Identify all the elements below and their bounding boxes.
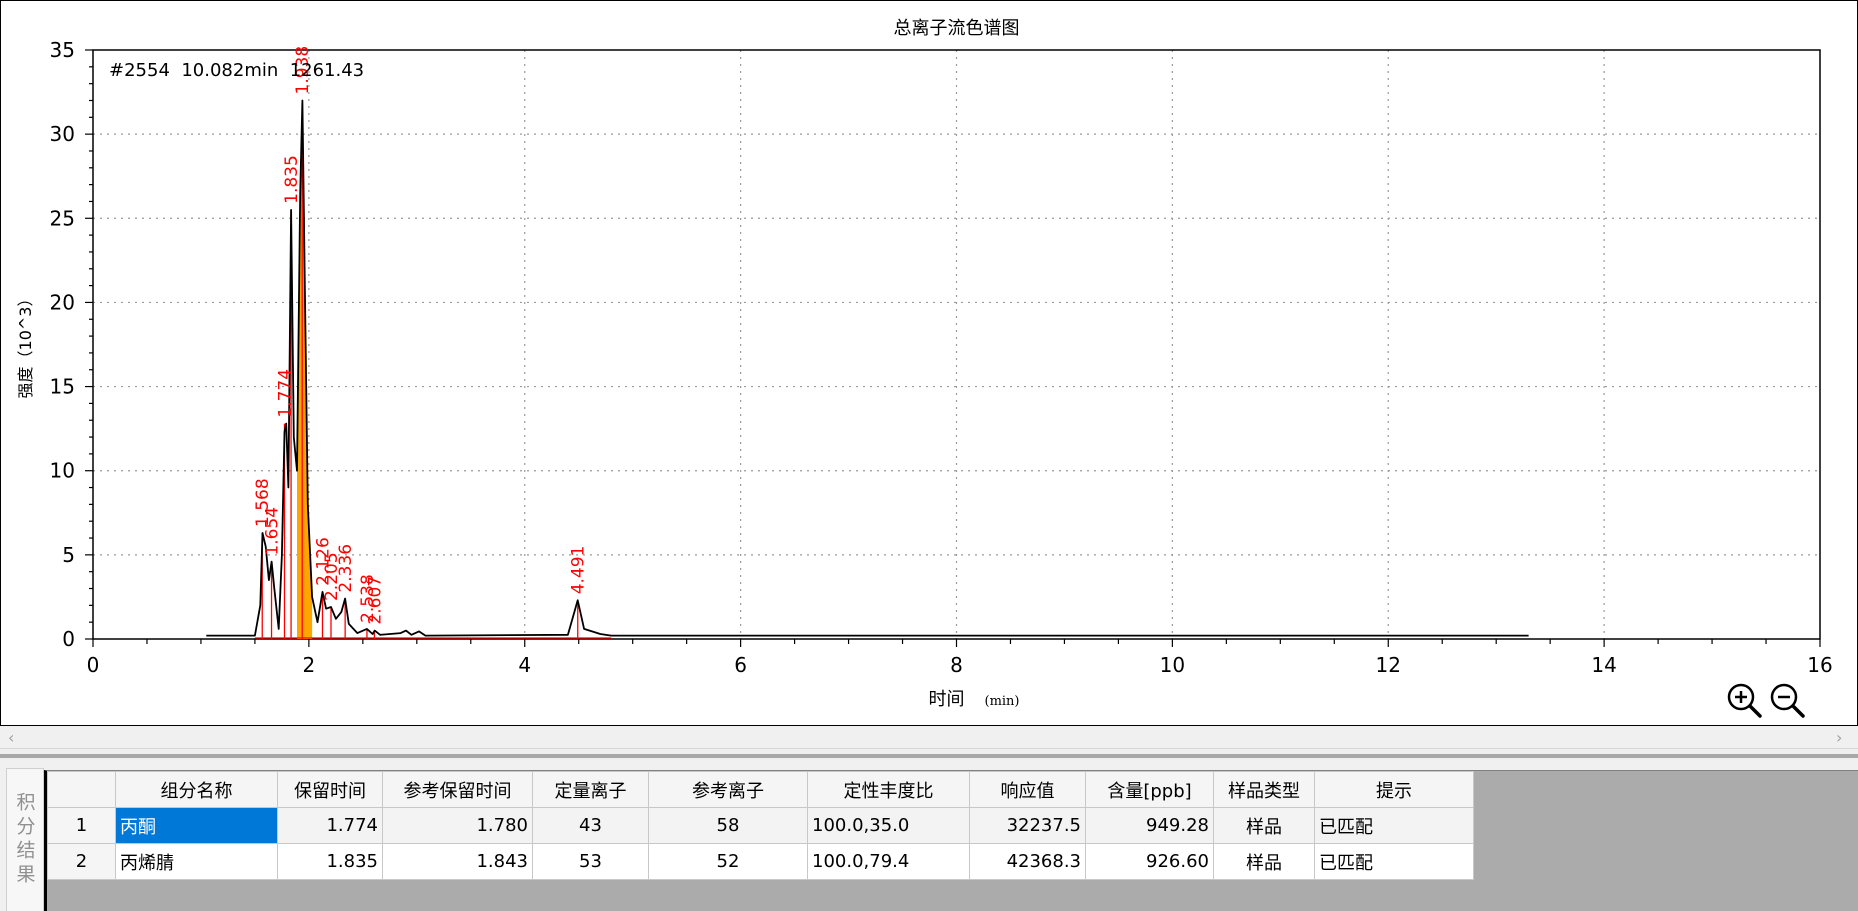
ref-ion-cell[interactable]: 58 [648, 807, 808, 844]
integration-results-tab[interactable]: 积分结果 [6, 768, 44, 911]
quant-ion-cell[interactable]: 43 [532, 807, 649, 844]
integration-results-tab-label: 积分结果 [13, 792, 36, 888]
peak-label: 1.654 [263, 507, 283, 556]
chromatogram-panel: 0 2 4 6 8 10 12 14 16 0 5 10 15 20 25 30 35 总离子流色谱图 时间 (min… [0, 0, 1858, 726]
x-axis-unit: (min) [985, 694, 1020, 709]
amount-cell[interactable]: 949.28 [1085, 807, 1214, 844]
panel-splitter[interactable] [0, 754, 1858, 758]
ref-retention-time-cell[interactable]: 1.780 [382, 807, 533, 844]
scroll-left-icon[interactable]: ‹ [8, 728, 14, 747]
tic-trace [206, 99, 1529, 637]
x-axis-ticks: 0 2 4 6 8 10 12 14 16 [87, 639, 1833, 677]
retention-time-cell[interactable]: 1.835 [277, 843, 383, 880]
abundance-ratio-cell[interactable]: 100.0,79.4 [807, 843, 970, 880]
table-row[interactable]: 1 丙酮 1.774 1.780 43 58 100.0,35.0 32237.… [47, 807, 1474, 844]
x-tick-label: 2 [303, 653, 316, 677]
x-tick-label: 14 [1591, 653, 1616, 677]
row-index: 2 [47, 843, 116, 880]
peak-label: 1.774 [275, 369, 295, 418]
y-tick-label: 35 [50, 38, 75, 62]
peak-label: 2.336 [336, 544, 356, 593]
sample-type-cell[interactable]: 样品 [1213, 807, 1315, 844]
column-header[interactable]: 组分名称 [115, 771, 278, 808]
results-table: 组分名称 保留时间 参考保留时间 定量离子 参考离子 定性丰度比 响应值 含量[… [47, 771, 1474, 880]
column-header[interactable]: 保留时间 [277, 771, 383, 808]
column-header[interactable]: 定性丰度比 [807, 771, 970, 808]
zoom-in-icon [1727, 683, 1762, 718]
y-tick-label: 20 [50, 290, 75, 314]
table-header-row: 组分名称 保留时间 参考保留时间 定量离子 参考离子 定性丰度比 响应值 含量[… [47, 771, 1474, 808]
column-header[interactable]: 含量[ppb] [1085, 771, 1214, 808]
cursor-info-text: #2554 10.082min 1261.43 [109, 60, 364, 81]
y-tick-label: 10 [50, 459, 75, 483]
response-cell[interactable]: 32237.5 [969, 807, 1086, 844]
y-tick-label: 15 [50, 375, 75, 399]
column-header[interactable]: 定量离子 [532, 771, 649, 808]
ref-ion-cell[interactable]: 52 [648, 843, 808, 880]
sample-type-cell[interactable]: 样品 [1213, 843, 1315, 880]
horizontal-scrollbar[interactable]: ‹ › [0, 726, 1858, 749]
x-tick-label: 8 [950, 653, 963, 677]
row-index-header [47, 771, 116, 808]
chromatogram-chart: 0 2 4 6 8 10 12 14 16 0 5 10 15 20 25 30 35 总离子流色谱图时间 (min… [16, 18, 1833, 710]
column-header[interactable]: 响应值 [969, 771, 1086, 808]
x-tick-label: 10 [1160, 653, 1185, 677]
y-axis-ticks: 0 5 10 15 20 25 30 35 [50, 38, 93, 651]
hint-cell[interactable]: 已匹配 [1314, 843, 1474, 880]
x-tick-label: 4 [518, 653, 531, 677]
amount-cell[interactable]: 926.60 [1085, 843, 1214, 880]
zoom-in-button[interactable] [1725, 681, 1765, 721]
response-cell[interactable]: 42368.3 [969, 843, 1086, 880]
column-header[interactable]: 样品类型 [1213, 771, 1315, 808]
ref-retention-time-cell[interactable]: 1.843 [382, 843, 533, 880]
zoom-out-icon [1770, 683, 1805, 718]
results-table-container: 组分名称 保留时间 参考保留时间 定量离子 参考离子 定性丰度比 响应值 含量[… [44, 770, 1858, 911]
scroll-right-icon[interactable]: › [1836, 728, 1842, 747]
abundance-ratio-cell[interactable]: 100.0,35.0 [807, 807, 970, 844]
retention-time-cell[interactable]: 1.774 [277, 807, 383, 844]
results-area: 积分结果 组分名称 保留时间 参考保留时间 定量离子 参考离子 定性丰度比 响应… [0, 764, 1858, 911]
x-tick-label: 6 [734, 653, 747, 677]
peak-label: 4.491 [569, 546, 589, 595]
y-tick-label: 25 [50, 206, 75, 230]
table-row[interactable]: 2 丙烯腈 1.835 1.843 53 52 100.0,79.4 42368… [47, 843, 1474, 880]
column-header[interactable]: 参考离子 [648, 771, 808, 808]
column-header[interactable]: 参考保留时间 [382, 771, 533, 808]
row-index: 1 [47, 807, 116, 844]
x-tick-label: 12 [1376, 653, 1401, 677]
component-name-cell[interactable]: 丙烯腈 [115, 843, 278, 880]
y-tick-label: 0 [62, 627, 75, 651]
peak-label: 1.835 [282, 155, 302, 204]
component-name-cell[interactable]: 丙酮 [115, 807, 278, 844]
x-tick-label: 16 [1807, 653, 1832, 677]
x-axis-label: 时间 [929, 689, 965, 710]
y-tick-label: 30 [50, 122, 75, 146]
quant-ion-cell[interactable]: 53 [532, 843, 649, 880]
peak-label: 2.607 [365, 576, 385, 625]
zoom-out-button[interactable] [1768, 681, 1808, 721]
x-tick-label: 0 [87, 653, 100, 677]
y-axis-label: 强度（10^3） [16, 291, 35, 399]
chart-title: 总离子流色谱图 [894, 18, 1020, 39]
y-tick-label: 5 [62, 543, 75, 567]
hint-cell[interactable]: 已匹配 [1314, 807, 1474, 844]
column-header[interactable]: 提示 [1314, 771, 1474, 808]
